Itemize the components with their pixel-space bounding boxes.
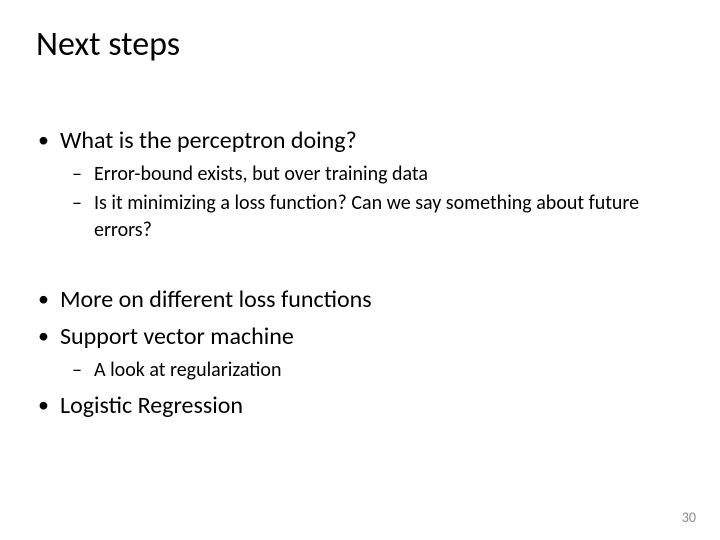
slide-title: Next steps [36,24,684,65]
sub-bullet-item: Error-bound exists, but over training da… [94,161,684,188]
sub-bullet-list: A look at regularization [60,357,684,384]
sub-bullet-list: Error-bound exists, but over training da… [60,161,684,244]
bullet-item: Logistic Regression [60,390,684,422]
bullet-list: What is the perceptron doing? Error-boun… [36,125,684,244]
bullet-item: More on different loss functions [60,284,684,316]
sub-bullet-item: Is it minimizing a loss function? Can we… [94,190,684,244]
bullet-item: Support vector machine A look at regular… [60,321,684,384]
bullet-list: More on different loss functions Support… [36,284,684,422]
bullet-text: Support vector machine [60,322,294,351]
bullet-text: What is the perceptron doing? [60,126,357,155]
bullet-item: What is the perceptron doing? Error-boun… [60,125,684,244]
page-number: 30 [682,509,696,526]
sub-bullet-item: A look at regularization [94,357,684,384]
